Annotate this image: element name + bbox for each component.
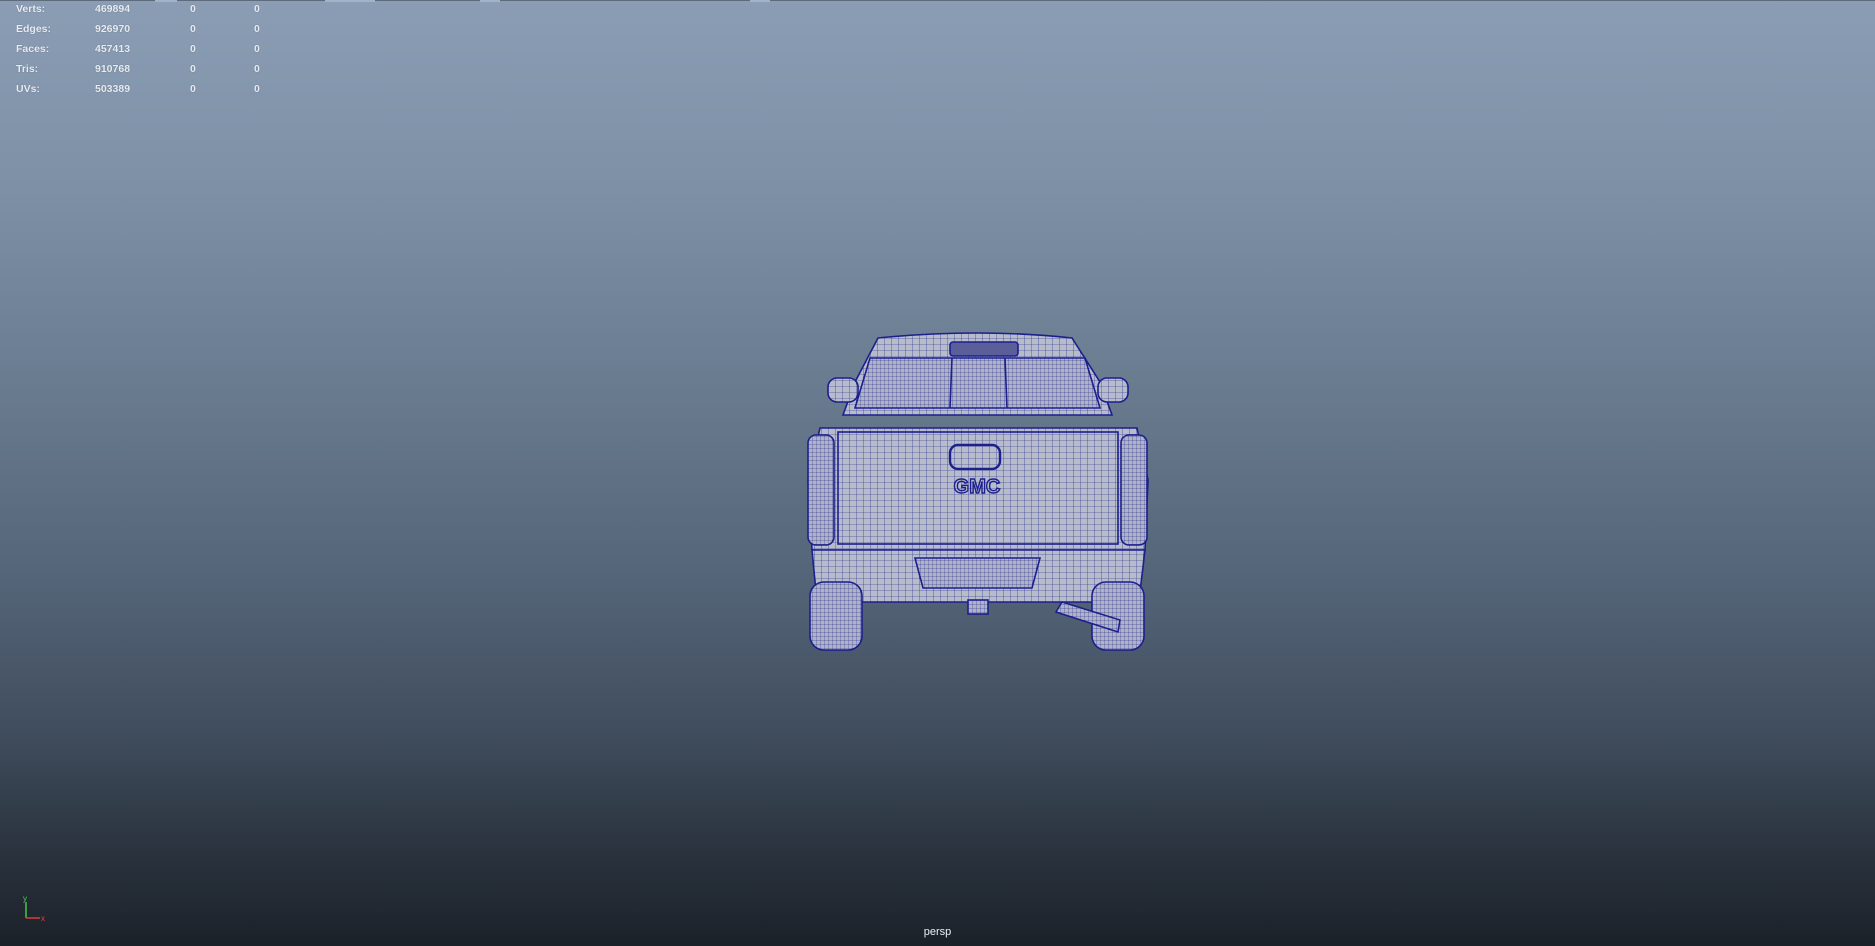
hud-label: Tris:	[16, 63, 39, 75]
hud-selected: 0	[190, 63, 196, 75]
gmc-badge: GMC	[954, 476, 1001, 498]
hud-selected: 0	[190, 83, 196, 95]
hud-total: 926970	[95, 23, 131, 35]
hud-total: 910768	[95, 63, 131, 75]
tow-hitch	[967, 599, 989, 615]
hud-total: 457413	[95, 43, 131, 55]
hud-selected: 0	[190, 3, 196, 15]
hud-selected: 0	[190, 23, 196, 35]
hud-component: 0	[254, 83, 260, 95]
hud-label: Edges:	[16, 23, 52, 35]
hud-total: 503389	[95, 83, 131, 95]
top-strip-segment	[480, 0, 500, 2]
viewport-top-border	[0, 0, 1875, 2]
left-taillight	[807, 434, 835, 546]
camera-name-label: persp	[923, 926, 952, 938]
truck-wireframe-svg[interactable]: GMC	[800, 320, 1155, 655]
hud-component: 0	[254, 23, 260, 35]
left-mirror	[827, 377, 859, 403]
rear-window	[853, 357, 1102, 409]
viewport-panel[interactable]: Verts: 469894 0 0 Edges: 926970 0 0 Face…	[0, 0, 1875, 946]
hud-label: Verts:	[16, 3, 46, 15]
hud-label: Faces:	[16, 43, 50, 55]
right-taillight	[1120, 434, 1148, 546]
hud-total: 469894	[95, 3, 131, 15]
left-tire	[809, 581, 863, 651]
axis-x-label: x	[41, 914, 45, 923]
hud-component: 0	[254, 43, 260, 55]
right-mirror	[1097, 377, 1129, 403]
hud-component: 0	[254, 3, 260, 15]
hud-selected: 0	[190, 43, 196, 55]
truck-wireframe-model[interactable]: GMC	[800, 320, 1155, 655]
top-strip-segment	[750, 0, 770, 2]
hud-component: 0	[254, 63, 260, 75]
top-strip-segment	[325, 0, 375, 2]
hud-label: UVs:	[16, 83, 40, 95]
axis-gizmo-icon: y x	[20, 894, 50, 924]
axis-y-label: y	[23, 894, 27, 903]
top-strip-segment	[155, 0, 177, 2]
brake-light	[949, 341, 1019, 357]
